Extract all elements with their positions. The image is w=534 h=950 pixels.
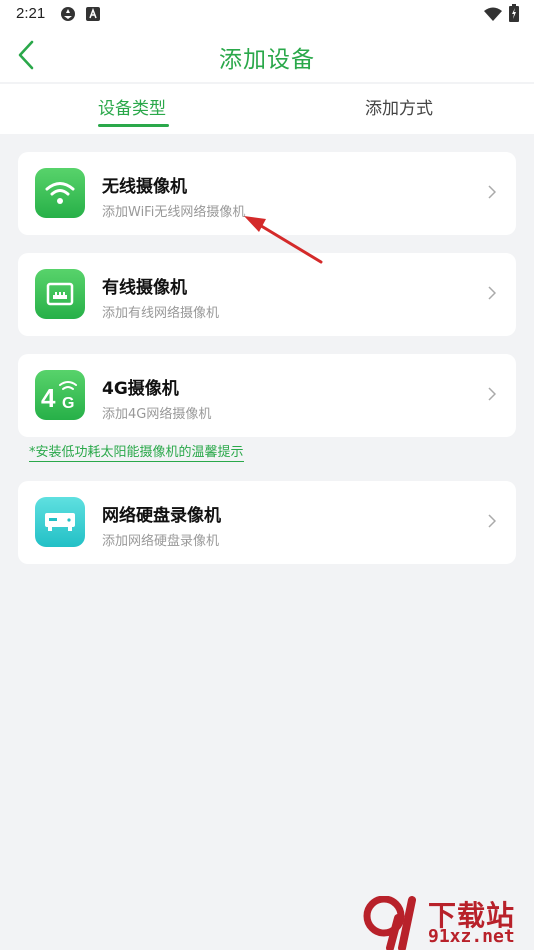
title-bar: 添加设备 (0, 28, 534, 82)
device-subtitle: 添加4G网络摄像机 (102, 407, 212, 422)
chevron-right-icon (488, 514, 496, 528)
wifi-icon (35, 168, 85, 218)
a-notification-icon (86, 6, 100, 25)
annotation-arrow (244, 216, 323, 264)
svg-text:4: 4 (41, 383, 56, 413)
wifi-status-icon (484, 6, 502, 25)
tab-bar: 设备类型 添加方式 (0, 84, 534, 134)
tab-add-method[interactable]: 添加方式 (365, 94, 433, 119)
device-card-4g[interactable]: 4 G 4G摄像机 添加4G网络摄像机 (18, 354, 516, 437)
chevron-right-icon (488, 185, 496, 199)
status-bar: 2:21 (0, 0, 534, 28)
device-title: 有线摄像机 (102, 278, 187, 298)
device-subtitle: 添加有线网络摄像机 (102, 306, 220, 321)
solar-camera-tip-link[interactable]: *安装低功耗太阳能摄像机的温馨提示 (29, 445, 244, 462)
svg-text:G: G (62, 395, 74, 412)
device-card-wired[interactable]: 有线摄像机 添加有线网络摄像机 (18, 253, 516, 336)
device-subtitle: 添加网络硬盘录像机 (102, 534, 220, 549)
ethernet-port-icon (35, 269, 85, 319)
watermark-url: 91xz.net (428, 926, 515, 947)
tab-device-type[interactable]: 设备类型 (98, 94, 166, 119)
chevron-right-icon (488, 286, 496, 300)
device-title: 无线摄像机 (102, 177, 187, 197)
device-card-wireless[interactable]: 无线摄像机 添加WiFi无线网络摄像机 (18, 152, 516, 235)
device-title: 4G摄像机 (102, 379, 179, 399)
device-subtitle: 添加WiFi无线网络摄像机 (102, 205, 246, 220)
battery-icon (509, 4, 519, 26)
status-time: 2:21 (16, 5, 46, 22)
page-title: 添加设备 (219, 47, 315, 73)
nvr-box-icon (35, 497, 85, 547)
device-card-nvr[interactable]: 网络硬盘录像机 添加网络硬盘录像机 (18, 481, 516, 564)
watermark: 下载站 91xz.net (362, 894, 534, 950)
4g-signal-icon: 4 G (35, 370, 85, 420)
active-tab-indicator (98, 124, 169, 127)
device-title: 网络硬盘录像机 (102, 506, 221, 526)
watermark-logo-icon (363, 896, 416, 950)
app-notification-icon (60, 6, 76, 26)
chevron-right-icon (488, 387, 496, 401)
